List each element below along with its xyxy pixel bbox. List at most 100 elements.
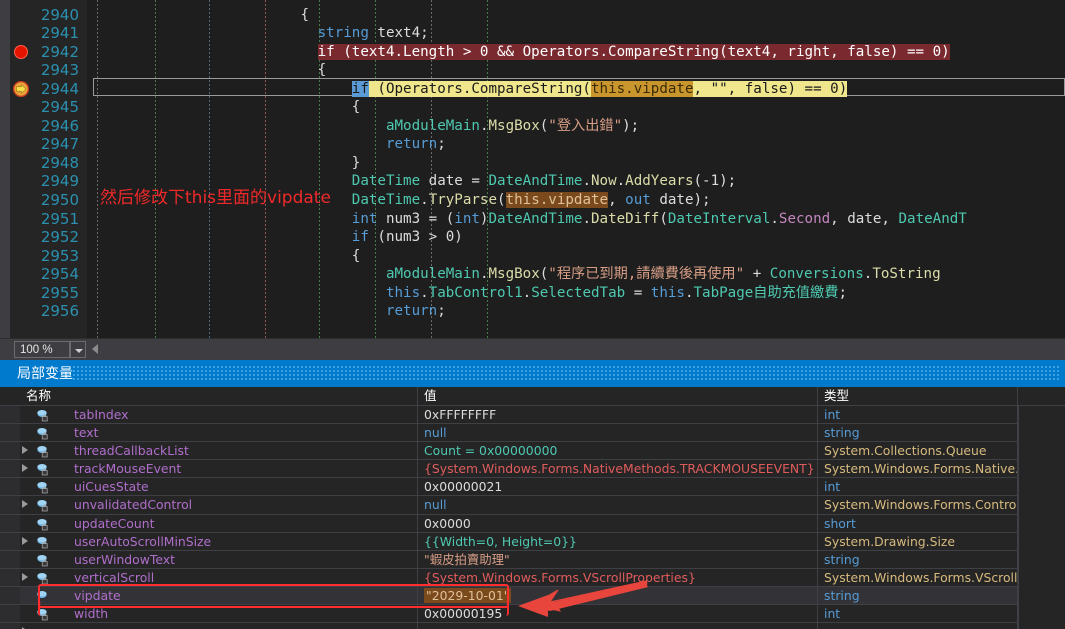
chevron-right-icon[interactable] (22, 446, 28, 455)
cell-name[interactable]: verticalScroll (20, 568, 418, 587)
cell-type[interactable]: System.Windows.Forms.Control (818, 496, 1018, 515)
code-token: } (351, 154, 361, 171)
cell-name[interactable] (20, 623, 418, 629)
cell-value[interactable] (418, 623, 818, 629)
cell-value[interactable]: null (418, 424, 818, 443)
code-line[interactable]: aModuleMain.MsgBox("程序已到期,請續費後再使用" + Con… (87, 265, 941, 283)
zoom-level-input[interactable]: 100 % (14, 341, 70, 358)
cell-value[interactable]: {{Width=0, Height=0}} (418, 532, 818, 551)
code-token: int (454, 210, 480, 227)
table-row[interactable]: verticalScroll {System.Windows.Forms.VScr… (0, 568, 1065, 587)
cell-name[interactable]: uiCuesState (20, 478, 418, 497)
cell-value[interactable]: "2029-10-01" (418, 586, 818, 606)
chevron-down-icon[interactable] (70, 341, 86, 358)
table-row[interactable]: vipdate "2029-10-01" string (0, 586, 1065, 606)
table-row[interactable]: uiCuesState 0x00000021 int (0, 478, 1065, 497)
line-number: 2955 (40, 283, 79, 302)
cell-type[interactable]: string (818, 586, 1018, 606)
code-token: Conversions (769, 266, 864, 283)
cell-type[interactable]: System.Collections.Queue (818, 442, 1018, 461)
cell-type[interactable]: int (818, 605, 1018, 624)
cell-type[interactable]: int (818, 478, 1018, 497)
cell-value[interactable]: Count = 0x00000000 (418, 442, 818, 461)
execution-pointer-icon[interactable] (12, 80, 30, 97)
cell-type[interactable]: string (818, 424, 1018, 443)
code-line[interactable]: this.TabControl1.SelectedTab = this.TabP… (87, 284, 847, 302)
code-line[interactable]: { (87, 6, 310, 24)
column-header-type[interactable]: 类型 (818, 387, 1018, 406)
cell-name[interactable]: width (20, 605, 418, 624)
line-number: 2949 (40, 172, 79, 191)
cell-value[interactable]: "蝦皮拍賣助理" (418, 550, 818, 569)
code-token: return (385, 303, 438, 320)
code-line[interactable]: string text4; (87, 24, 429, 42)
cell-type[interactable]: int (818, 406, 1018, 425)
column-header-extra[interactable] (1018, 387, 1065, 406)
code-line[interactable]: int num3 = (int)DateAndTime.DateDiff(Dat… (87, 210, 967, 228)
cell-name[interactable]: threadCallbackList (20, 442, 418, 461)
cell-name[interactable]: unvalidatedControl (20, 496, 418, 515)
locals-grid[interactable]: 名称 值 类型 tabIndex 0xFFFFFFFF int text null str… (0, 387, 1065, 629)
code-line-content: aModuleMain.MsgBox("登入出錯"); (386, 118, 639, 134)
cell-type[interactable]: short (818, 514, 1018, 533)
cell-value[interactable]: {System.Windows.Forms.NativeMethods.TRAC… (418, 460, 818, 479)
table-row[interactable]: text null string (0, 424, 1065, 443)
cell-type[interactable]: System.Drawing.Size (818, 532, 1018, 551)
code-token: . (684, 284, 694, 301)
chevron-right-icon[interactable] (22, 536, 28, 545)
cell-type[interactable]: string (818, 550, 1018, 569)
cell-value[interactable]: 0x0000 (418, 514, 818, 533)
cell-value[interactable]: 0x00000021 (418, 478, 818, 497)
cell-name[interactable]: vipdate (20, 586, 418, 606)
chevron-right-icon[interactable] (22, 500, 28, 509)
table-row-partial[interactable] (0, 623, 1065, 629)
column-header-value[interactable]: 值 (418, 387, 818, 406)
code-token: "程序已到期,請續費後再使用" (548, 266, 745, 283)
cell-value[interactable]: 0xFFFFFFFF (418, 406, 818, 425)
chevron-right-icon[interactable] (22, 572, 28, 581)
column-header-name[interactable]: 名称 (20, 387, 418, 406)
cell-name[interactable]: text (20, 424, 418, 443)
cell-name[interactable]: tabIndex (20, 406, 418, 425)
code-line[interactable]: } (87, 154, 361, 172)
table-row[interactable]: userAutoScrollMinSize {{Width=0, Height=0… (0, 532, 1065, 551)
code-surface[interactable]: { string text4; if (text4.Length > 0 && … (87, 0, 1065, 338)
cell-name[interactable]: updateCount (20, 514, 418, 533)
table-row[interactable]: unvalidatedControl null System.Windows.For… (0, 496, 1065, 515)
code-line[interactable]: { (87, 247, 361, 265)
cell-name[interactable]: userAutoScrollMinSize (20, 532, 418, 551)
table-row[interactable]: width 0x00000195 int (0, 605, 1065, 624)
row-gutter (0, 496, 20, 514)
code-line[interactable]: if (Operators.CompareString(this.vipdate… (87, 80, 848, 98)
cell-type[interactable] (818, 623, 1018, 629)
table-row[interactable]: trackMouseEvent {System.Windows.Forms.Nat… (0, 460, 1065, 479)
table-row[interactable]: userWindowText "蝦皮拍賣助理" string (0, 550, 1065, 569)
code-line-content: return; (386, 303, 446, 319)
cell-type[interactable]: System.Windows.Forms.Native... (818, 460, 1018, 479)
code-line[interactable]: return; (87, 135, 446, 153)
locals-title-bar[interactable]: 局部变量 (0, 360, 1065, 387)
code-line[interactable]: if (text4.Length > 0 && Operators.Compar… (87, 43, 950, 61)
table-row[interactable]: threadCallbackList Count = 0x00000000 Syst… (0, 442, 1065, 461)
cell-value[interactable]: 0x00000195 (418, 605, 818, 624)
table-row[interactable]: tabIndex 0xFFFFFFFF int (0, 406, 1065, 425)
cell-value[interactable]: null (418, 496, 818, 515)
code-line[interactable]: { (87, 61, 327, 79)
chevron-right-icon[interactable] (22, 464, 28, 473)
table-row[interactable]: updateCount 0x0000 short (0, 514, 1065, 533)
code-line[interactable]: if (num3 > 0) (87, 228, 463, 246)
cell-name[interactable]: userWindowText (20, 550, 418, 569)
code-editor[interactable]: { string text4; if (text4.Length > 0 && … (0, 0, 1065, 338)
cell-value[interactable]: {System.Windows.Forms.VScrollProperties} (418, 568, 818, 587)
cell-name[interactable]: trackMouseEvent (20, 460, 418, 479)
triangle-left-icon[interactable] (92, 344, 98, 354)
code-line[interactable]: { (87, 98, 361, 116)
code-token: out (625, 192, 651, 208)
code-line[interactable]: aModuleMain.MsgBox("登入出錯"); (87, 117, 639, 135)
cell-type[interactable]: System.Windows.Forms.VScroll... (818, 568, 1018, 587)
breakpoint-icon[interactable] (14, 44, 28, 59)
code-line[interactable]: return; (87, 302, 446, 320)
